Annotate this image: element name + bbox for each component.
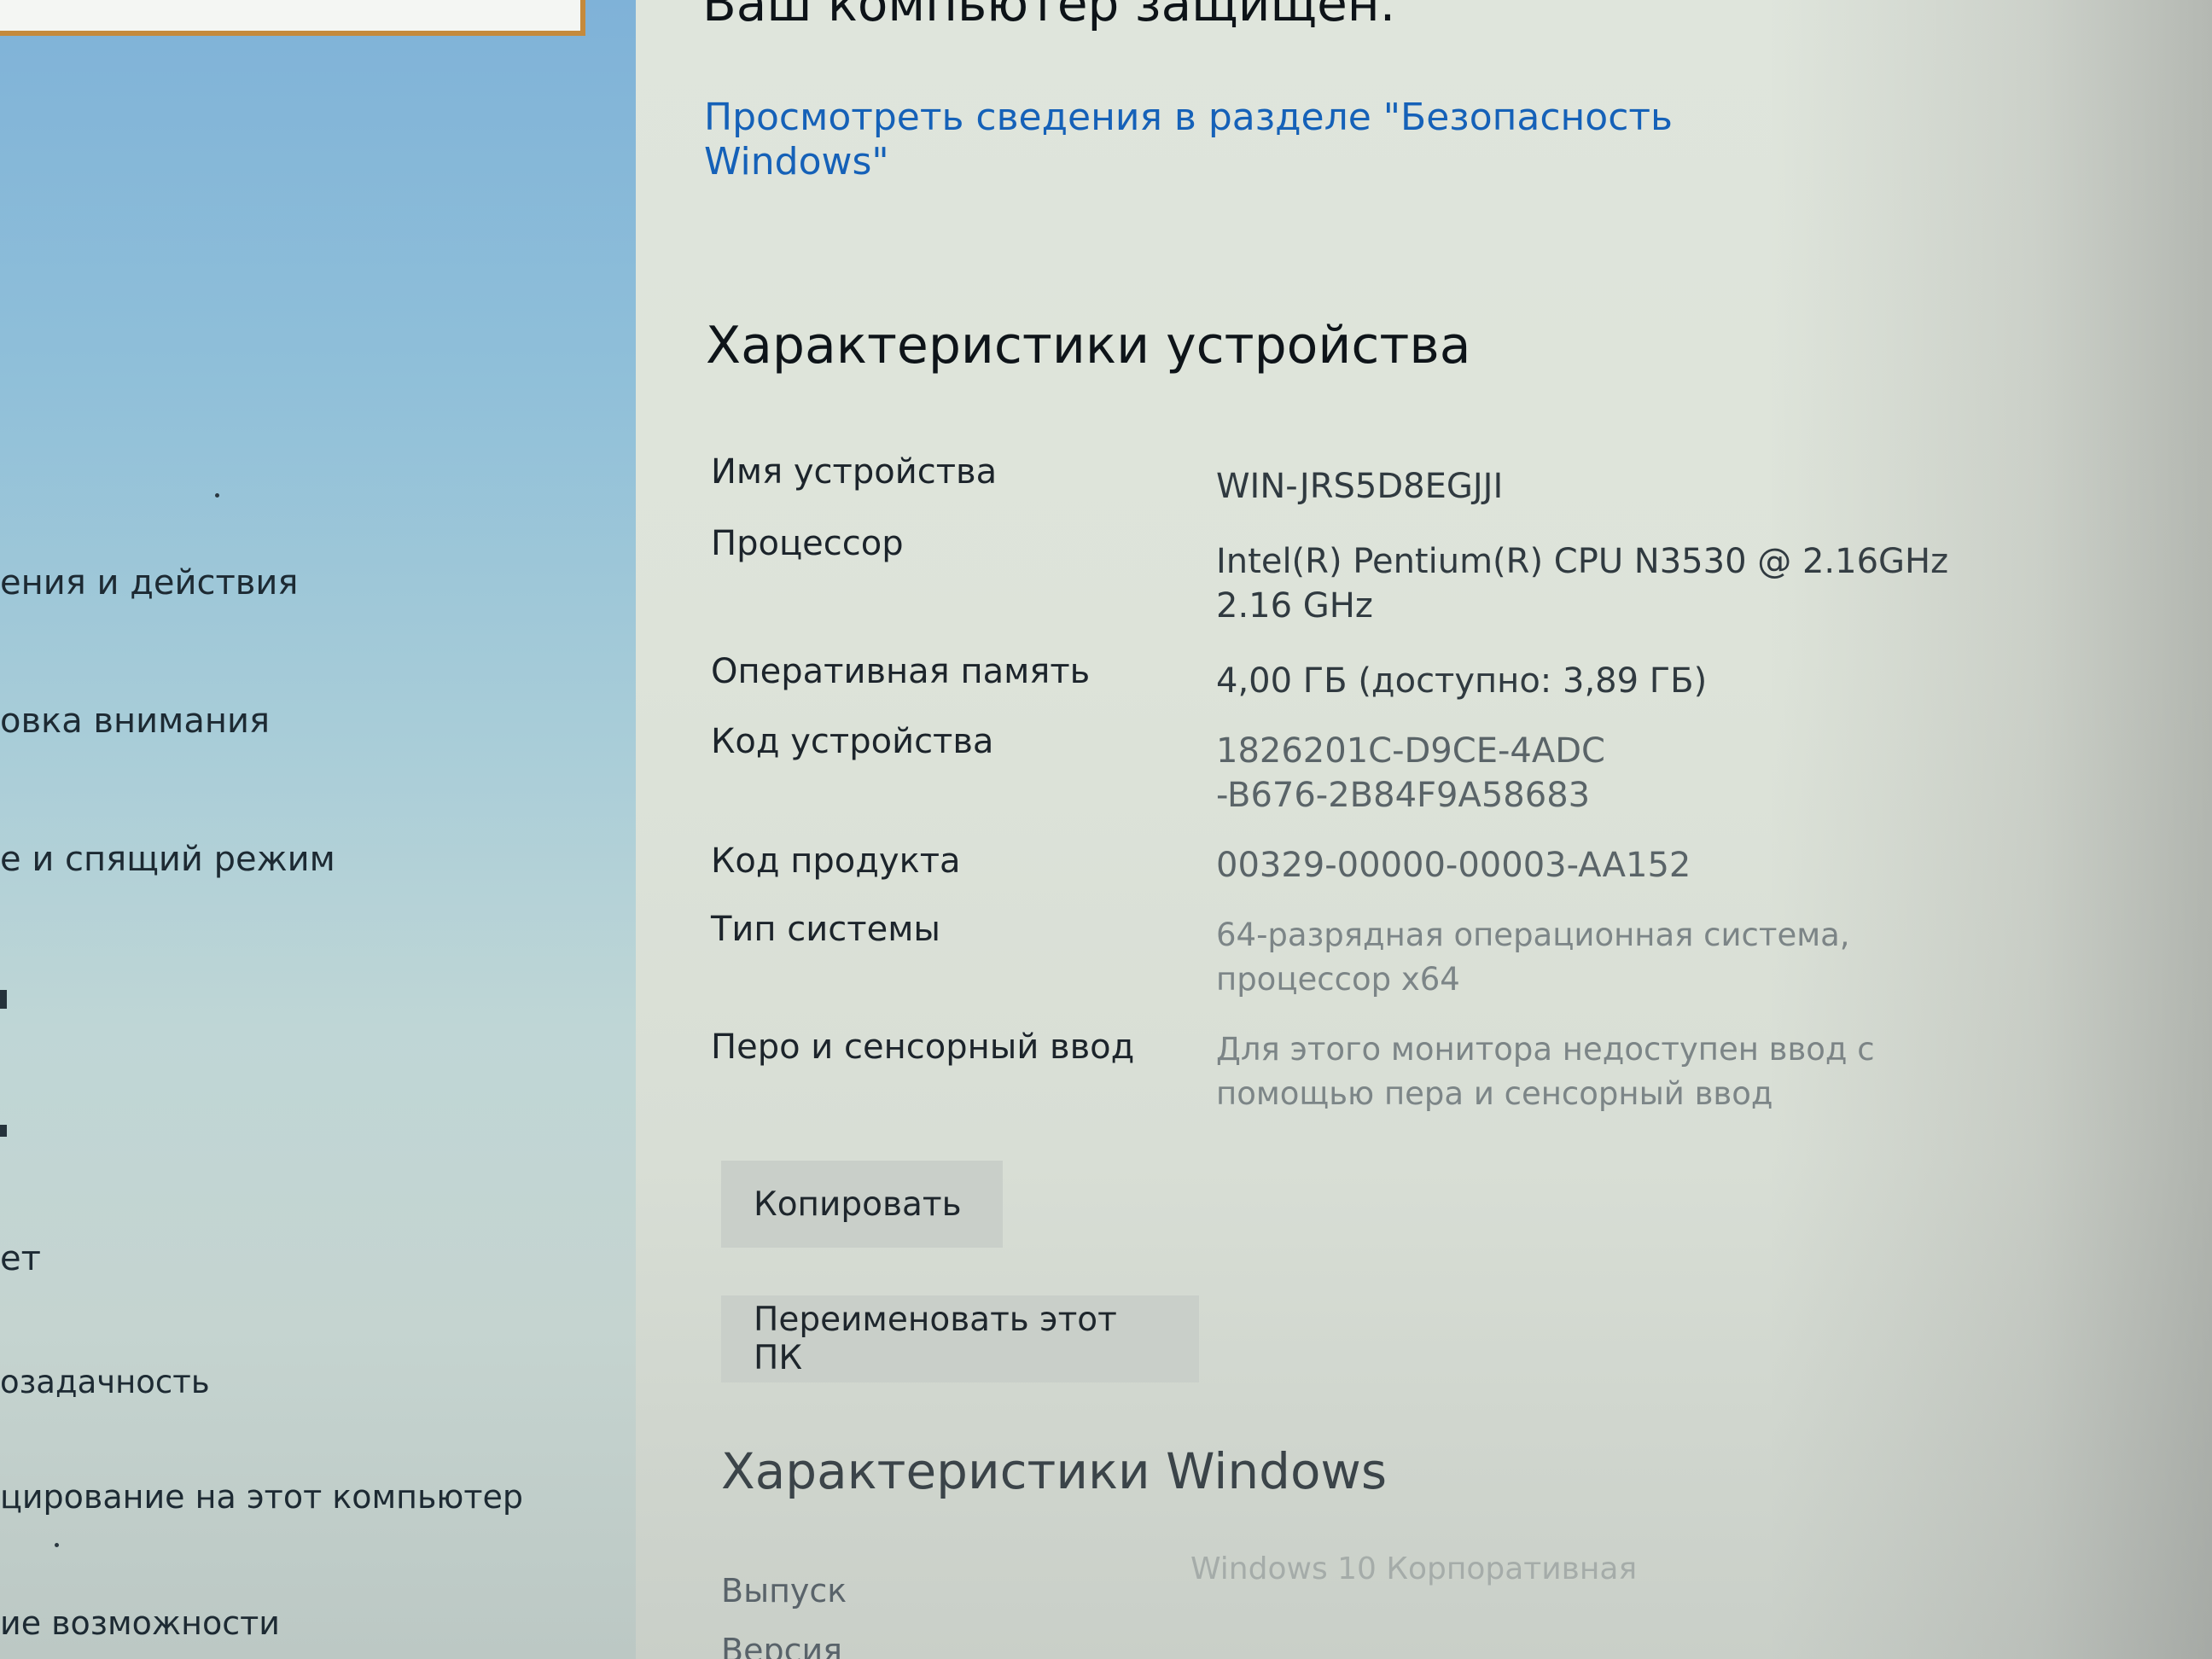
windows-specs-heading: Характеристики Windows — [721, 1442, 1388, 1500]
spec-label-system-type: Тип системы — [711, 910, 940, 949]
spec-label-device-name: Имя устройства — [711, 452, 998, 492]
nav-item-multitasking[interactable]: озадачность — [0, 1364, 210, 1400]
nav-item-shared-experiences[interactable]: ие возможности — [0, 1604, 280, 1642]
spec-value-ram: 4,00 ГБ (доступно: 3,89 ГБ) — [1216, 661, 1708, 701]
spec-value-pen-touch: Для этого монитора недоступен ввод с пом… — [1216, 1031, 1875, 1112]
spec-label-pen-touch: Перо и сенсорный ввод — [711, 1027, 1135, 1067]
copy-button[interactable]: Копировать — [721, 1161, 1003, 1248]
rename-pc-button[interactable]: Переименовать этот ПК — [721, 1295, 1199, 1382]
nav-dot — [215, 493, 219, 498]
windows-security-link[interactable]: Просмотреть сведения в разделе "Безопасн… — [704, 96, 1685, 184]
screen-vignette — [1768, 0, 2212, 1659]
spec-value-product-id: 00329-00000-00003-AA152 — [1216, 846, 1691, 885]
spec-label-version: Версия — [721, 1632, 843, 1659]
device-specs-heading: Характеристики устройства — [706, 316, 1471, 375]
nav-item-projecting[interactable]: цирование на этот компьютер — [0, 1478, 523, 1516]
settings-nav-pane: ения и действия овка внимания е и спящий… — [0, 0, 636, 1659]
about-page: Ваш компьютер защищен. Просмотреть сведе… — [636, 0, 2212, 1659]
nav-item-power-sleep[interactable]: е и спящий режим — [0, 840, 335, 879]
spec-label-edition: Выпуск — [721, 1572, 847, 1610]
spec-value-edition: Windows 10 Корпоративная — [1190, 1551, 1638, 1586]
nav-dot — [55, 1543, 59, 1547]
nav-search-box[interactable] — [0, 0, 585, 36]
spec-value-system-type: 64-разрядная операционная система, проце… — [1216, 917, 1850, 998]
spec-label-ram: Оперативная память — [711, 652, 1091, 691]
spec-label-product-id: Код продукта — [711, 841, 961, 881]
nav-item-notifications[interactable]: ения и действия — [0, 563, 298, 602]
nav-item-storage[interactable] — [0, 1125, 7, 1137]
spec-value-processor: Intel(R) Pentium(R) CPU N3530 @ 2.16GHz … — [1216, 542, 1949, 626]
nav-item-focus-assist[interactable]: овка внимания — [0, 701, 270, 741]
spec-label-processor: Процессор — [711, 524, 904, 563]
spec-value-device-name: WIN-JRS5D8EGJJI — [1216, 467, 1504, 506]
nav-item-tablet[interactable]: ет — [0, 1239, 41, 1278]
spec-value-device-id: 1826201C-D9CE-4ADC-B676-2B84F9A58683 — [1216, 731, 1605, 815]
protection-status: Ваш компьютер защищен. — [702, 0, 1396, 32]
nav-item-battery[interactable] — [0, 990, 7, 1009]
spec-label-device-id: Код устройства — [711, 722, 994, 761]
